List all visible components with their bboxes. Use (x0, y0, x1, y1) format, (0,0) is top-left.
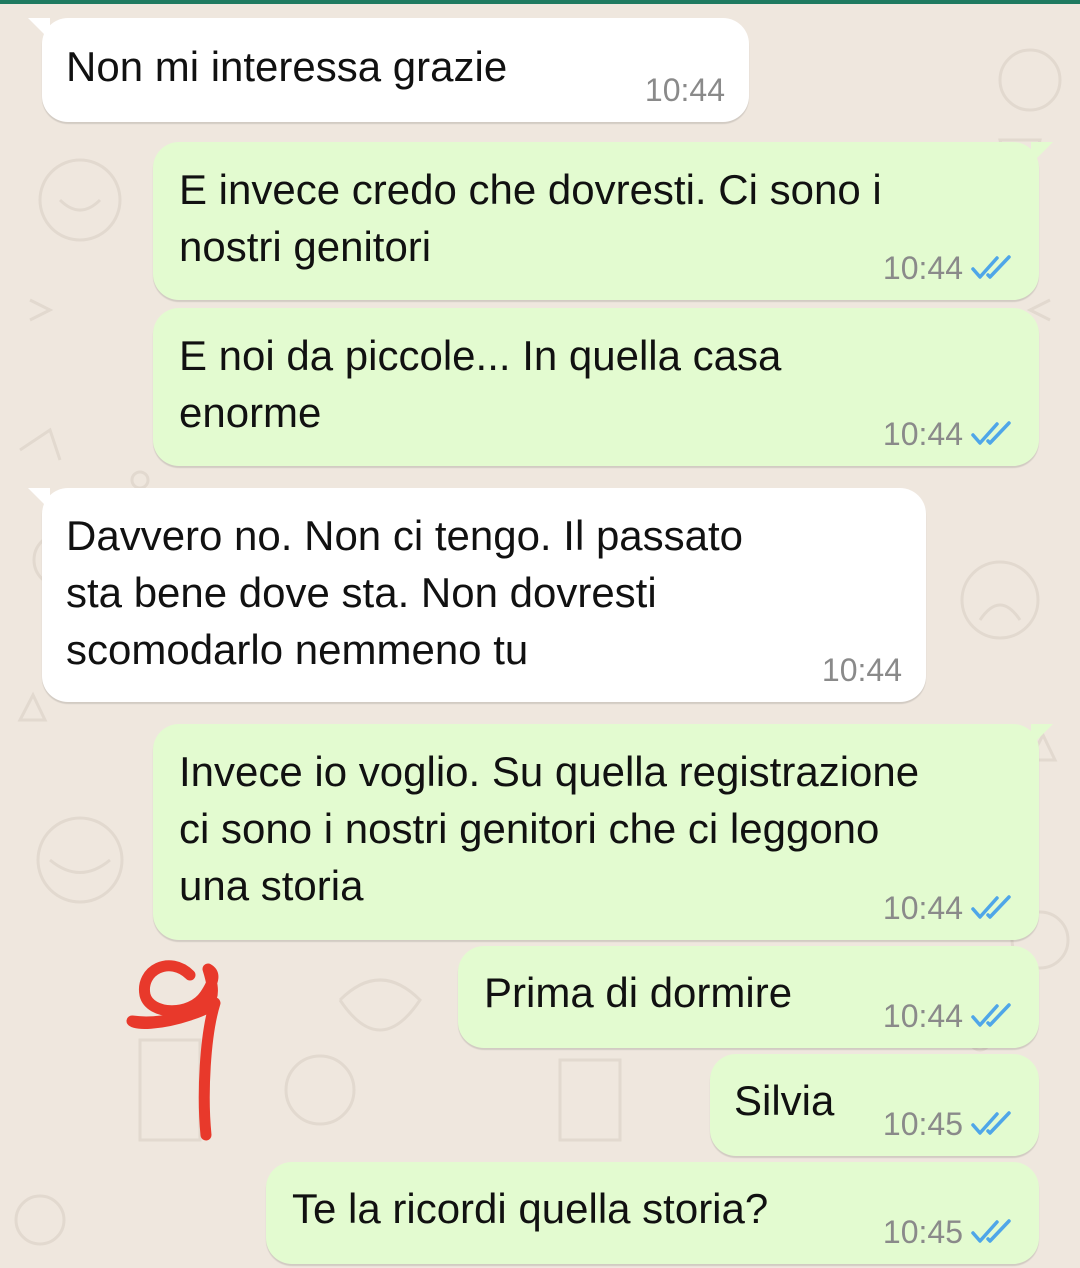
message-time: 10:44 (882, 890, 963, 926)
outgoing-message[interactable]: Te la ricordi quella storia? 10:45 (266, 1162, 1039, 1264)
message-time: 10:44 (821, 652, 902, 688)
bubble-tail (1031, 724, 1053, 746)
bubble-tail (28, 488, 50, 510)
bubble-tail (28, 18, 50, 40)
outgoing-message[interactable]: Silvia 10:45 (710, 1054, 1039, 1156)
message-meta: 10:45 (883, 1106, 1015, 1142)
message-meta: 10:44 (883, 998, 1015, 1034)
message-text: Non mi interessa grazie (66, 43, 508, 90)
double-check-icon (971, 1111, 1015, 1137)
red-marker-annotation (126, 960, 221, 1141)
message-meta: 10:44 (883, 890, 1015, 926)
message-time: 10:45 (882, 1106, 963, 1142)
message-time: 10:44 (882, 998, 963, 1034)
outgoing-message[interactable]: Prima di dormire 10:44 (458, 946, 1039, 1048)
message-text: Te la ricordi quella storia? (292, 1185, 769, 1232)
bubble-tail (1031, 142, 1053, 164)
incoming-message[interactable]: Non mi interessa grazie 10:44 (28, 18, 749, 122)
outgoing-message[interactable]: E invece credo che dovresti. Ci sono i n… (153, 142, 1053, 300)
message-meta: 10:44 (645, 72, 725, 108)
message-text: Silvia (734, 1077, 835, 1124)
message-text: Prima di dormire (484, 969, 793, 1016)
message-time: 10:45 (882, 1214, 963, 1250)
message-text: E noi da piccole... In quella casa enorm… (179, 332, 782, 436)
outgoing-message[interactable]: E noi da piccole... In quella casa enorm… (153, 308, 1039, 466)
message-text: Davvero no. Non ci tengo. Il passato sta… (66, 512, 744, 673)
message-meta: 10:45 (883, 1214, 1015, 1250)
outgoing-message[interactable]: Invece io voglio. Su quella registrazion… (153, 724, 1053, 940)
message-text: Invece io voglio. Su quella registrazion… (179, 748, 920, 909)
double-check-icon (971, 1003, 1015, 1029)
double-check-icon (971, 421, 1015, 447)
message-time: 10:44 (644, 72, 725, 108)
double-check-icon (971, 1219, 1015, 1245)
double-check-icon (971, 255, 1015, 281)
message-time: 10:44 (882, 416, 963, 452)
message-meta: 10:44 (883, 250, 1015, 286)
incoming-message[interactable]: Davvero no. Non ci tengo. Il passato sta… (28, 488, 926, 702)
message-text: E invece credo che dovresti. Ci sono i n… (179, 166, 882, 270)
message-time: 10:44 (882, 250, 963, 286)
message-meta: 10:44 (822, 652, 902, 688)
double-check-icon (971, 895, 1015, 921)
message-meta: 10:44 (883, 416, 1015, 452)
